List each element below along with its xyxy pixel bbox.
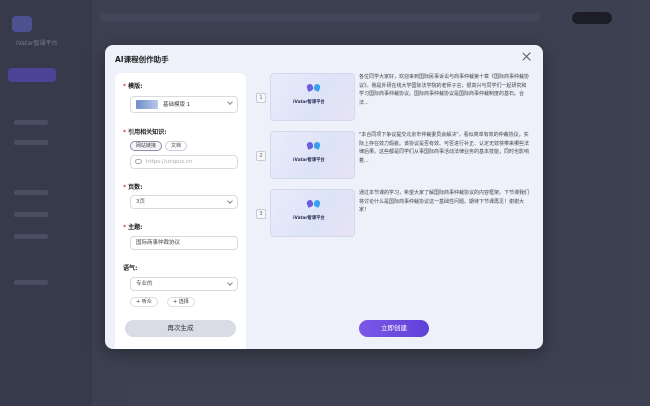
link-icon	[135, 159, 142, 164]
tab-website-link[interactable]: 网站链接	[130, 141, 163, 151]
tone-label: 语气:	[123, 265, 138, 272]
style-select[interactable]: 基础模版 1	[130, 96, 238, 113]
style-thumbnail	[136, 100, 158, 109]
regenerate-button[interactable]: 再次生成	[125, 320, 236, 337]
slide-thumbnail[interactable]: iVatar智课平台	[270, 131, 355, 179]
slide-item: 3 iVatar智课平台 通过本节课的学习，希望大家了解国际商事仲裁协议的内容框…	[255, 189, 533, 239]
slide-item: 1 iVatar智课平台 各位同学大家好，欢迎来到国际民事诉讼与商事仲裁第十章《…	[255, 73, 533, 123]
slide-number: 1	[256, 93, 266, 103]
topic-input[interactable]: 国际商事仲裁协议	[130, 236, 238, 250]
pages-label: * 页数:	[123, 184, 143, 191]
close-icon[interactable]	[521, 51, 533, 63]
slide-card-text: iVatar智课平台	[293, 158, 325, 163]
pages-select[interactable]: 3页	[130, 195, 238, 209]
settings-panel: * 模版: 基础模版 1 * 引用相关知识: 网站链接 文档 https://unip…	[115, 73, 246, 349]
add-audience-button[interactable]: + 听众	[130, 297, 158, 307]
ivatar-logo-icon	[307, 84, 320, 95]
slide-script: 通过本节课的学习，希望大家了解国际商事仲裁协议的内容框架。下节课我们将讨论什么是…	[359, 190, 529, 213]
add-select-button[interactable]: + 选择	[167, 297, 195, 307]
chevron-down-icon	[227, 280, 233, 286]
style-value: 基础模版 1	[163, 102, 191, 108]
ivatar-logo-icon	[307, 200, 320, 211]
url-input[interactable]: https://unipus.cn	[130, 155, 238, 169]
topic-label: * 主题:	[123, 224, 143, 231]
slide-item: 2 iVatar智课平台 "本合同项下争议提交北京市仲裁委员会解决"，看似简单有…	[255, 131, 533, 181]
ivatar-logo-icon	[307, 142, 320, 153]
slide-number: 3	[256, 209, 266, 219]
url-placeholder: https://unipus.cn	[146, 159, 193, 165]
tone-select[interactable]: 专业的	[130, 277, 238, 291]
slide-script: 各位同学大家好，欢迎来到国际民事诉讼与商事仲裁第十章《国际商事仲裁协议》。我是外…	[359, 74, 529, 106]
slide-number: 2	[256, 151, 266, 161]
create-now-button[interactable]: 立即创建	[359, 320, 429, 337]
slide-card-text: iVatar智课平台	[293, 216, 325, 221]
style-label: * 模版:	[123, 83, 143, 90]
slide-card-text: iVatar智课平台	[293, 100, 325, 105]
slide-thumbnail[interactable]: iVatar智课平台	[270, 73, 355, 121]
chevron-down-icon	[227, 99, 233, 105]
chevron-down-icon	[227, 198, 233, 204]
slide-thumbnail[interactable]: iVatar智课平台	[270, 189, 355, 237]
knowledge-tabs: 网站链接 文档	[130, 141, 190, 151]
slide-script: "本合同项下争议提交北京市仲裁委员会解决"，看似简单有效的仲裁协议，实际上存在效…	[359, 132, 529, 164]
tone-value: 专业的	[136, 281, 153, 287]
modal-title: AI课程创作助手	[115, 55, 169, 64]
pages-value: 3页	[136, 199, 145, 205]
tab-document[interactable]: 文档	[165, 141, 188, 151]
course-assistant-modal: AI课程创作助手 * 模版: 基础模版 1 * 引用相关知识: 网站链接 文档 htt…	[105, 45, 543, 349]
knowledge-label: * 引用相关知识:	[123, 129, 167, 136]
